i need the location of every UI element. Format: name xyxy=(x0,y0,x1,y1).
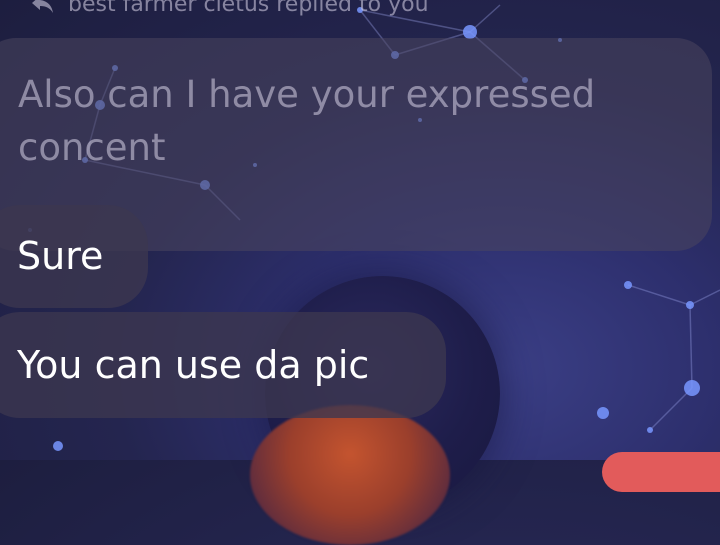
orange-planet-decoration xyxy=(250,405,450,545)
accent-shape xyxy=(602,452,720,492)
reply-icon xyxy=(30,0,54,14)
message-text: You can use da pic xyxy=(17,343,370,387)
reply-header[interactable]: best farmer cletus replied to you xyxy=(30,0,429,18)
message-bubble-pic[interactable]: You can use da pic xyxy=(0,312,446,418)
message-text: Sure xyxy=(17,234,104,278)
reply-header-text: best farmer cletus replied to you xyxy=(68,0,429,17)
quoted-message-text: Also can I have your expressed concent xyxy=(18,73,596,169)
message-bubble-sure[interactable]: Sure xyxy=(0,205,148,308)
